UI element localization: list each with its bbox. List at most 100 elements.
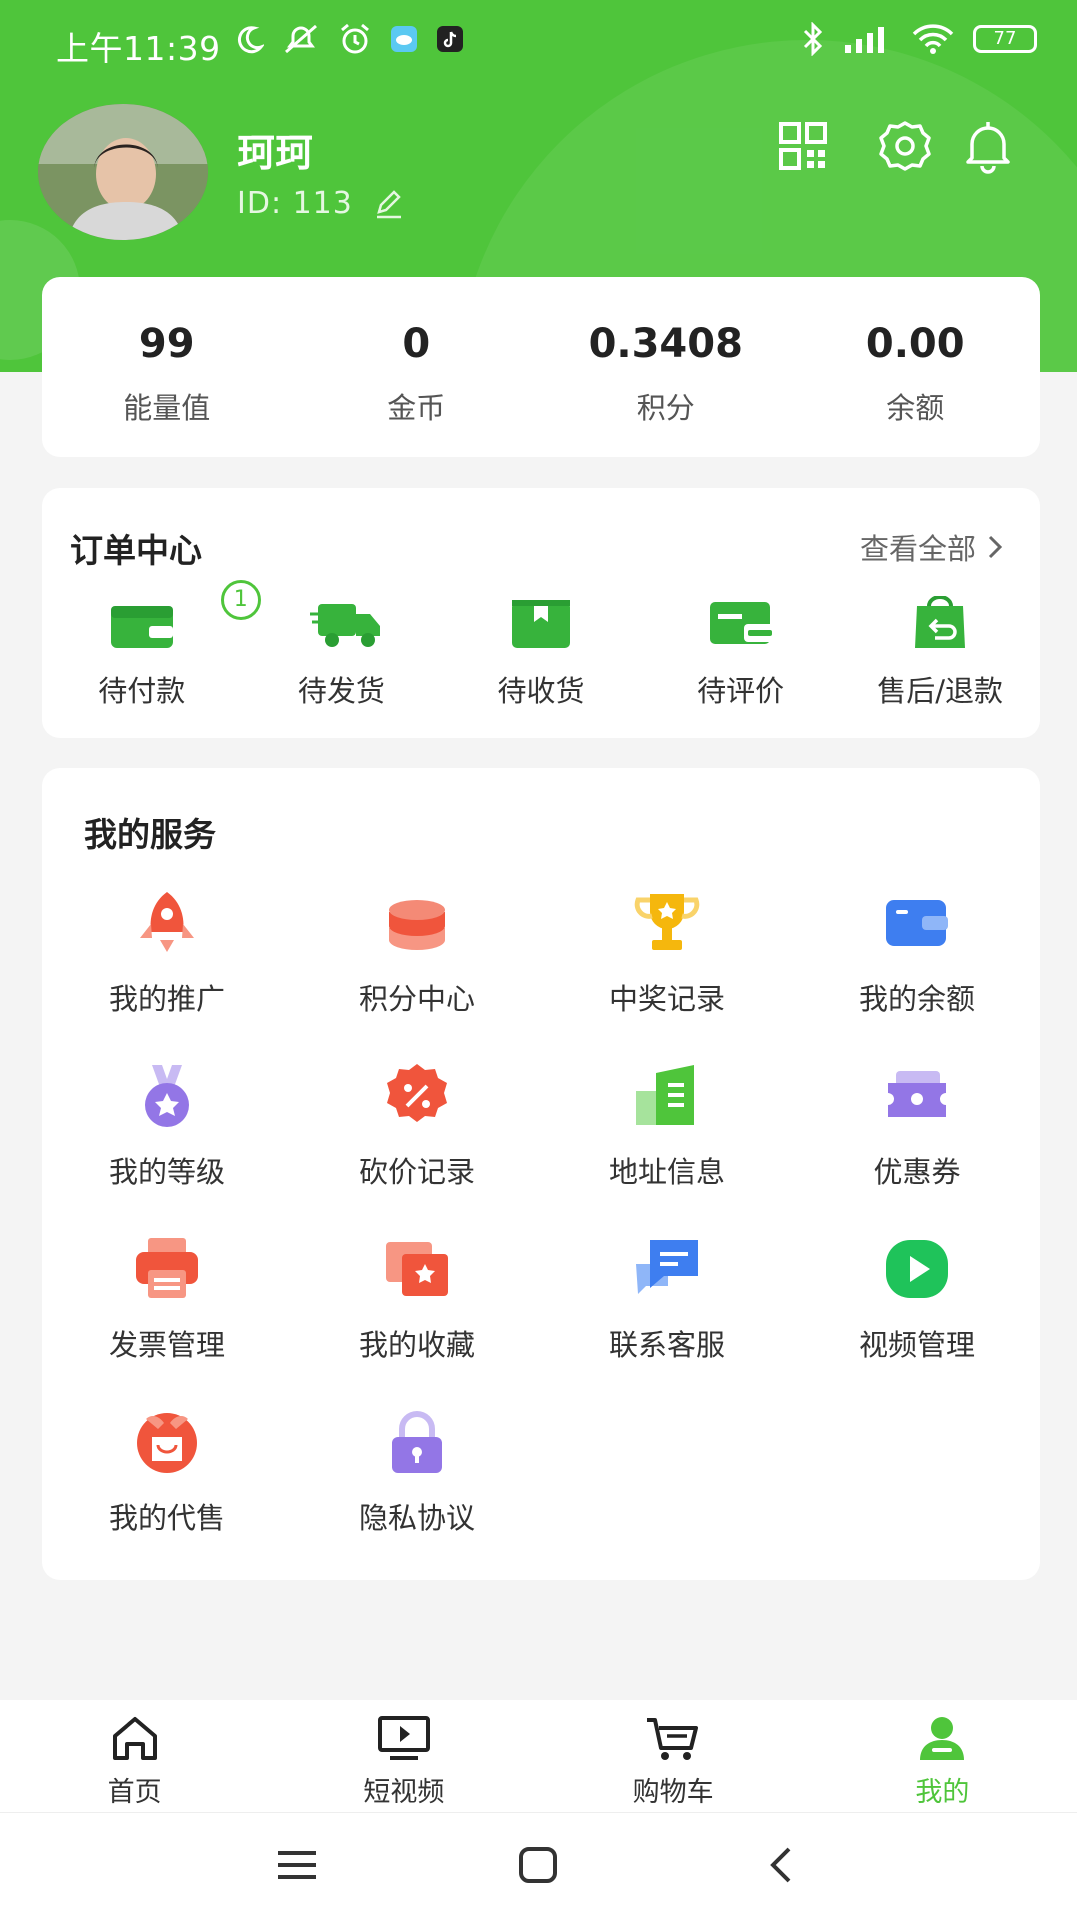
service-label: 发票管理 [108, 1328, 225, 1362]
building-icon [636, 1065, 694, 1125]
service-label: 积分中心 [358, 982, 475, 1016]
review-card-icon [709, 602, 776, 644]
service-bargain-records[interactable]: 砍价记录 [292, 1061, 542, 1234]
service-prize-records[interactable]: 中奖记录 [542, 888, 792, 1061]
service-my-consignment[interactable]: 我的代售 [42, 1407, 292, 1580]
order-pending-review[interactable]: 待评价 [641, 596, 841, 710]
video-screen-icon [377, 1716, 430, 1760]
edit-icon[interactable] [373, 188, 405, 220]
tab-label: 首页 [107, 1777, 162, 1808]
service-privacy-policy[interactable]: 隐私协议 [292, 1407, 542, 1580]
service-coupons[interactable]: 优惠券 [792, 1061, 1042, 1234]
home-icon [112, 1717, 157, 1760]
stat-coins[interactable]: 0 金币 [292, 277, 542, 457]
play-circle-icon [886, 1240, 948, 1298]
stat-energy[interactable]: 99 能量值 [42, 277, 292, 457]
service-my-level[interactable]: 我的等级 [42, 1061, 292, 1234]
user-name: 珂珂 [237, 131, 314, 175]
my-services-card: 我的服务 我的推广 积分中心 中奖记录 我的余额 我的等级 砍价记录 地址信息 [42, 768, 1040, 1580]
service-label: 我的推广 [108, 982, 225, 1016]
bluetooth-icon [803, 22, 823, 56]
settings-icon[interactable] [877, 118, 933, 174]
order-after-sales[interactable]: 售后/退款 [840, 595, 1040, 710]
service-video-management[interactable]: 视频管理 [792, 1234, 1042, 1407]
view-all-orders-link[interactable]: 查看全部 [860, 526, 1006, 568]
alarm-icon [341, 23, 369, 54]
stat-value: 99 [138, 321, 195, 367]
service-promotion[interactable]: 我的推广 [42, 888, 292, 1061]
gift-box-icon [137, 1413, 197, 1473]
order-pending-shipment[interactable]: 待发货 [242, 596, 442, 710]
order-pending-payment[interactable]: 1 待付款 [42, 580, 261, 710]
user-id: ID: 113 [237, 186, 405, 221]
wifi-icon [912, 24, 954, 54]
tab-cart[interactable]: 购物车 [539, 1700, 808, 1812]
rocket-icon [140, 892, 194, 952]
service-label: 联系客服 [608, 1328, 725, 1362]
qr-code-icon[interactable] [775, 118, 831, 174]
chat-bubbles-icon [636, 1240, 698, 1294]
tab-home[interactable]: 首页 [0, 1700, 269, 1812]
discount-badge-icon [387, 1064, 447, 1122]
stats-card: 99 能量值 0 金币 0.3408 积分 0.00 余额 [42, 277, 1040, 457]
back-icon[interactable] [757, 1843, 807, 1887]
trophy-icon [634, 894, 700, 950]
cart-icon [647, 1718, 699, 1760]
service-label: 砍价记录 [358, 1155, 475, 1189]
status-time: 上午11:39 [56, 29, 221, 68]
service-label: 我的等级 [108, 1155, 225, 1189]
stat-balance[interactable]: 0.00 余额 [791, 277, 1041, 457]
service-points-center[interactable]: 积分中心 [292, 888, 542, 1061]
lock-icon [392, 1411, 442, 1473]
tab-short-video[interactable]: 短视频 [269, 1700, 538, 1812]
stat-label: 积分 [636, 391, 695, 425]
order-label: 待收货 [497, 674, 585, 708]
service-label: 视频管理 [858, 1328, 975, 1362]
order-center-card: 订单中心 查看全部 1 待付款 待发货 待收货 待评价 售后/退款 [42, 488, 1040, 738]
service-invoice-management[interactable]: 发票管理 [42, 1234, 292, 1407]
view-all-label: 查看全部 [859, 532, 976, 566]
tab-label: 购物车 [632, 1777, 714, 1808]
service-my-balance[interactable]: 我的余额 [792, 888, 1042, 1061]
tab-mine[interactable]: 我的 [808, 1700, 1077, 1812]
service-label: 地址信息 [608, 1155, 725, 1189]
service-address-info[interactable]: 地址信息 [542, 1061, 792, 1234]
order-label: 售后/退款 [877, 674, 1004, 708]
chevron-right-icon [988, 535, 1003, 559]
coins-icon [389, 900, 445, 950]
service-label: 我的代售 [108, 1501, 225, 1535]
user-id-text: ID: 113 [237, 186, 353, 221]
order-pending-receipt[interactable]: 待收货 [441, 596, 641, 710]
home-square-icon[interactable] [513, 1843, 563, 1887]
service-label: 我的收藏 [358, 1328, 475, 1362]
signal-icon [845, 27, 884, 53]
avatar[interactable] [38, 104, 208, 240]
stat-value: 0 [402, 321, 431, 367]
service-label: 我的余额 [858, 982, 975, 1016]
battery-icon: 77 [973, 25, 1037, 53]
tab-label: 我的 [915, 1777, 970, 1808]
invoice-printer-icon [136, 1238, 198, 1298]
stat-value: 0.3408 [588, 321, 743, 367]
truck-icon [310, 604, 381, 647]
stat-points[interactable]: 0.3408 积分 [541, 277, 791, 457]
moon-icon [238, 26, 264, 54]
service-my-favorites[interactable]: 我的收藏 [292, 1234, 542, 1407]
wallet-icon [110, 606, 173, 648]
stat-label: 金币 [387, 391, 446, 425]
order-center-title: 订单中心 [70, 531, 202, 570]
service-label: 中奖记录 [608, 982, 725, 1016]
status-bar: 上午11:39 77 [0, 0, 1077, 84]
tiktok-icon [437, 26, 463, 52]
order-label: 待付款 [98, 674, 186, 708]
bell-icon[interactable] [960, 118, 1016, 174]
tab-label: 短视频 [363, 1777, 445, 1808]
order-label: 待发货 [297, 674, 385, 708]
menu-icon[interactable] [272, 1843, 322, 1887]
favorite-folder-icon [386, 1242, 448, 1296]
system-navigation-bar [0, 1812, 1077, 1917]
service-label: 隐私协议 [358, 1501, 475, 1535]
package-icon [511, 600, 570, 648]
stat-label: 余额 [886, 391, 945, 425]
service-customer-support[interactable]: 联系客服 [542, 1234, 792, 1407]
